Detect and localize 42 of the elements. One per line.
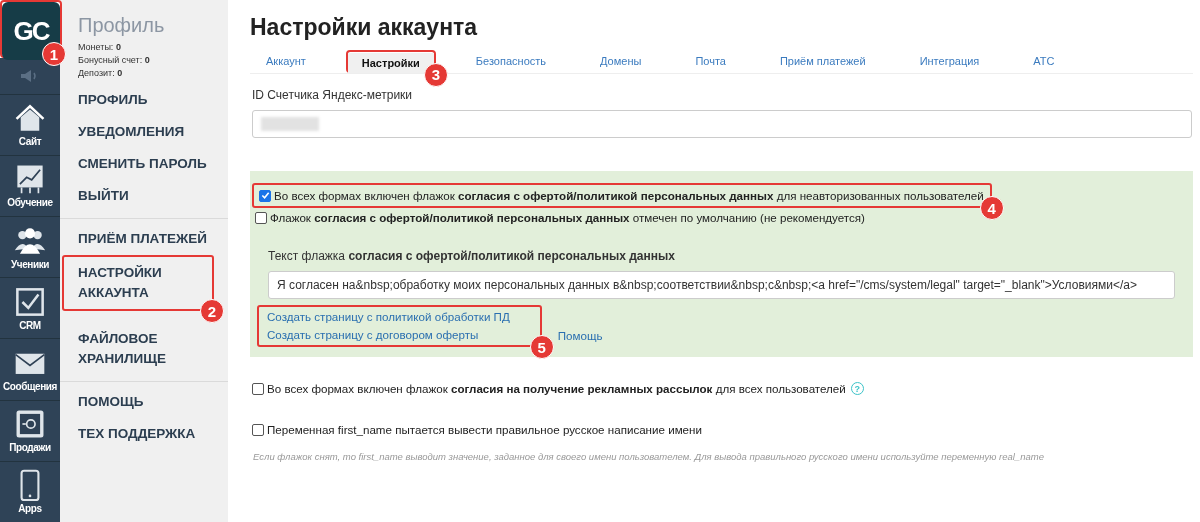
- menu-item[interactable]: УВЕДОМЛЕНИЯ: [60, 116, 228, 148]
- consent-text-field[interactable]: Я согласен на&nbsp;обработку моих персональных данных в&nbsp;соответствии&nbsp;с&nbsp;<a href="/cms/system/legal" target="_blank">Условиями</a>: [268, 271, 1175, 299]
- step-badge: 5: [529, 335, 554, 359]
- page-title: Настройки аккаунта: [250, 14, 479, 41]
- checkbox-label: Переменная first_name пытается вывести правильное русское написание имени: [267, 423, 702, 436]
- nav-item[interactable]: Обучение: [0, 154, 60, 216]
- menu-item[interactable]: ФАЙЛОВОЕ ХРАНИЛИЩЕ: [60, 323, 228, 375]
- tab[interactable]: Интеграция: [905, 51, 994, 71]
- link[interactable]: Создать страницу с политикой обработки ПД: [267, 308, 510, 326]
- checkbox[interactable]: [252, 423, 264, 436]
- blurred-value: [261, 117, 319, 131]
- balance-line: Бонусный счет: 0: [78, 54, 150, 67]
- menu-item[interactable]: ВЫЙТИ: [60, 180, 228, 212]
- nav-item[interactable]: Сообщения: [0, 338, 60, 400]
- checkbox-label: Во всех формах включен флажок согласия на получение рекламных рассылок для всех пользователей: [267, 382, 846, 395]
- tab[interactable]: Аккаунт: [252, 51, 320, 71]
- checkbox[interactable]: [255, 211, 267, 224]
- balance-line: Депозит: 0: [78, 67, 123, 80]
- tab[interactable]: Безопасность: [461, 51, 561, 71]
- menu-item[interactable]: ПРИЁМ ПЛАТЕЖЕЙ: [60, 223, 228, 255]
- checkbox[interactable]: [259, 189, 271, 202]
- menu-item[interactable]: ПРОФИЛЬ: [60, 84, 228, 116]
- field-label: ID Счетчика Яндекс-метрики: [252, 88, 414, 102]
- balance-line: Монеты: 0: [78, 41, 121, 54]
- profile-title: Профиль: [77, 14, 166, 37]
- tab[interactable]: Приём платежей: [765, 51, 880, 71]
- tab[interactable]: Домены: [586, 51, 656, 71]
- help-link[interactable]: Помощь: [557, 327, 603, 347]
- tab[interactable]: Почта: [681, 51, 740, 71]
- menu-item[interactable]: СМЕНИТЬ ПАРОЛЬ: [60, 148, 228, 180]
- step-badge: 2: [200, 299, 224, 323]
- link[interactable]: Создать страницу с договором оферты: [267, 326, 510, 344]
- tab[interactable]: АТС: [1019, 51, 1069, 71]
- checkbox-label: Флажок согласия с офертой/политикой персональных данных отмечен по умолчанию (не рекомендуется): [270, 211, 865, 224]
- field-label: Текст флажка согласия с офертой/политикой персональных данных: [268, 249, 676, 263]
- menu-item[interactable]: ПОМОЩЬ: [60, 386, 228, 418]
- checkbox[interactable]: [252, 382, 264, 395]
- checkbox-icon: [13, 285, 47, 318]
- menu-item[interactable]: ТЕХ ПОДДЕРЖКА: [60, 418, 228, 450]
- nav-item[interactable]: Продажи: [0, 399, 60, 461]
- hint-text: Если флажок снят, то first_name выводит значение, заданное для своего имени пользователем. Для вывода правильного русского имени используйте переменную real_name: [253, 451, 1045, 462]
- counter-id-field[interactable]: [252, 110, 1192, 138]
